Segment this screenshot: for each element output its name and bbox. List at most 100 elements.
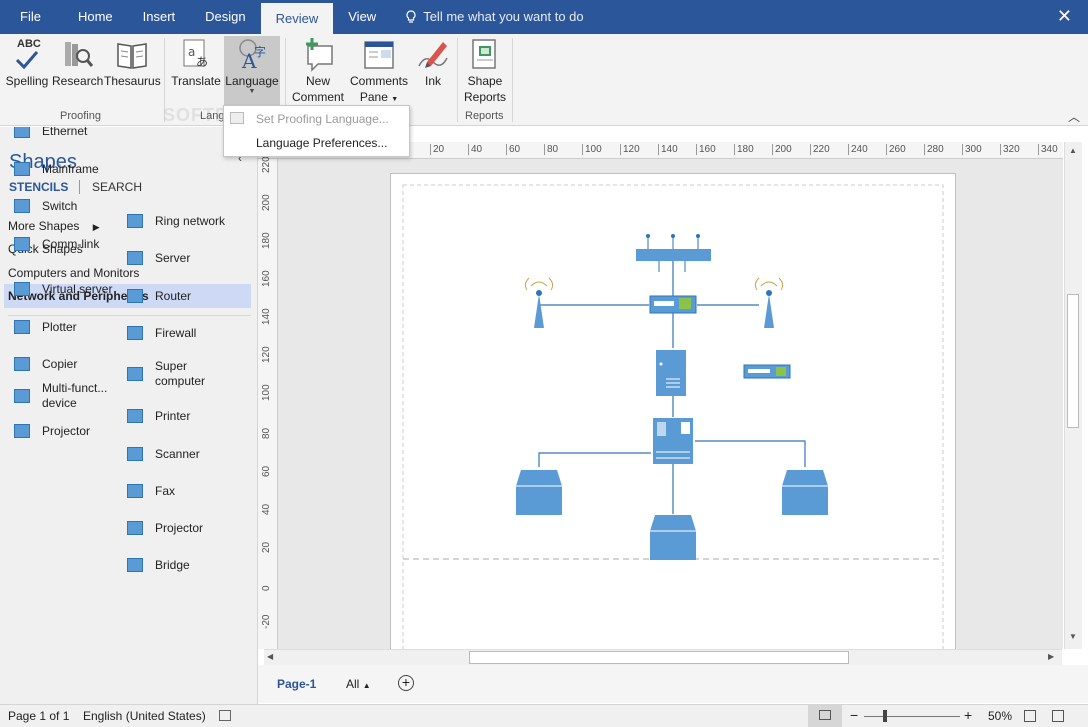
scroll-left-icon[interactable]: ◀ [267,652,273,661]
add-page-icon[interactable]: + [398,675,414,691]
wireless-ap-right[interactable] [754,277,784,328]
stencil-item[interactable]: Bridge [123,553,190,577]
spelling-button[interactable]: ABC Spelling [4,36,50,88]
zoom-in-icon[interactable]: + [964,707,972,723]
macro-icon[interactable] [219,710,231,721]
box-shape-bottom[interactable] [650,515,696,560]
stencil-shape-icon [10,352,34,376]
stencil-shape-icon [123,479,147,503]
stencil-item[interactable]: Multi-funct... device [10,381,117,411]
shape-reports-icon [467,36,503,72]
vertical-scroll-thumb[interactable] [1067,294,1079,428]
tab-stencils[interactable]: STENCILS [9,180,68,194]
ruler-tick-label: 320 [1000,144,1020,155]
category-more-shapes[interactable]: More Shapes ▶ [8,219,100,233]
switch-windows-icon[interactable] [1052,710,1064,722]
stencil-item[interactable]: Ethernet [10,127,87,143]
zoom-out-icon[interactable]: − [850,707,858,723]
close-ribbon-icon[interactable]: ✕ [1057,6,1072,27]
drawing-page[interactable] [390,173,956,649]
horizontal-scrollbar[interactable]: ◀ ▶ [264,649,1062,665]
tab-view[interactable]: View [333,0,391,34]
server-shape[interactable] [656,350,686,396]
page-tab-page1[interactable]: Page-1 [277,677,316,691]
stencil-shape-icon [123,362,147,386]
stencil-item[interactable]: Copier [10,352,77,376]
translate-button[interactable]: aあ Translate [170,36,222,88]
language-label: Language [225,74,279,88]
stencil-item[interactable]: Scanner [123,442,200,466]
stencil-item[interactable]: Router [123,284,191,308]
stencil-item[interactable]: Projector [123,516,203,540]
stencil-item-label: Scanner [155,446,200,461]
zoom-slider[interactable] [864,716,960,717]
switch-shape[interactable] [649,295,697,314]
shape-reports-button[interactable]: Shape Reports [462,36,508,104]
stencil-item[interactable]: Virtual server [10,277,112,301]
tab-file[interactable]: File [0,0,63,34]
new-comment-button[interactable]: New Comment [290,36,346,104]
shape-reports-label-2: Reports [463,90,507,104]
switch-shape-standalone[interactable] [743,364,791,379]
stencil-item[interactable]: Ring network [123,209,225,233]
scroll-up-icon[interactable]: ▲ [1069,146,1077,155]
tell-me-box[interactable]: Tell me what you want to do [405,0,584,34]
tab-review[interactable]: Review [260,3,334,34]
stencil-item[interactable]: Comm-link [10,232,99,256]
fit-page-icon[interactable] [1024,710,1036,722]
stencil-item[interactable]: Plotter [10,315,77,339]
status-language[interactable]: English (United States) [83,709,206,723]
chevron-right-icon: ▶ [92,222,100,232]
stencil-item[interactable]: Projector [10,419,90,443]
svg-text:a: a [188,45,195,59]
tab-search[interactable]: SEARCH [92,180,142,194]
stencil-item[interactable]: Switch [10,194,77,218]
spelling-label: Spelling [5,74,49,88]
stencil-item-label: Copier [42,356,78,371]
stencil-item[interactable]: Server [123,246,190,270]
ruler-tick-label: 160 [696,144,716,155]
vertical-scrollbar[interactable]: ▲ ▼ [1064,142,1082,649]
stencil-shape-icon [123,442,147,466]
comments-pane-button[interactable]: Comments Pane ▼ [348,36,410,104]
ruler-tick-label: 180 [261,232,272,249]
all-pages-button[interactable]: All ▲ [346,677,371,691]
stencil-item-label: Switch [42,198,78,213]
stencil-shape-icon [123,321,147,345]
comments-pane-label-2: Pane [359,90,388,104]
ruler-tick-label: 120 [261,346,272,363]
zoom-slider-thumb[interactable] [883,710,887,722]
ruler-tick-label: 140 [261,308,272,325]
stencil-item[interactable]: Mainframe [10,157,99,181]
scroll-right-icon[interactable]: ▶ [1048,652,1054,661]
collapse-ribbon-icon[interactable]: ︿ [1068,108,1080,125]
language-preferences-item[interactable]: Language Preferences... [256,136,387,150]
stencil-item[interactable]: Printer [123,404,190,428]
drawing-canvas[interactable] [278,159,1063,649]
translate-icon: aあ [178,36,214,72]
scroll-down-icon[interactable]: ▼ [1069,632,1077,641]
ink-button[interactable]: Ink [414,36,452,88]
ruler-tick-label: 60 [506,144,520,155]
language-button[interactable]: A字 Language ▼ [224,36,280,108]
zoom-level[interactable]: 50% [988,709,1012,723]
stencil-item[interactable]: Firewall [123,321,196,345]
box-shape-left[interactable] [516,470,562,515]
ruler-tick-label: 60 [261,465,272,477]
tab-design[interactable]: Design [190,0,260,34]
tab-insert[interactable]: Insert [128,0,191,34]
research-button[interactable]: Research [52,36,103,88]
chevron-down-icon: ▼ [391,96,399,103]
horizontal-scroll-thumb[interactable] [469,651,849,664]
ruler-tick-label: 120 [620,144,640,155]
status-page[interactable]: Page 1 of 1 [8,709,69,723]
thesaurus-button[interactable]: Thesaurus [104,36,161,88]
tab-home[interactable]: Home [63,0,128,34]
wireless-ap-left[interactable] [524,277,554,328]
tell-me-text: Tell me what you want to do [423,9,584,24]
stencil-item[interactable]: Fax [123,479,175,503]
mainframe-shape[interactable] [653,418,693,464]
stencil-item-label: Ring network [155,213,226,228]
box-shape-right[interactable] [782,470,828,515]
stencil-item[interactable]: Super computer [123,359,210,389]
